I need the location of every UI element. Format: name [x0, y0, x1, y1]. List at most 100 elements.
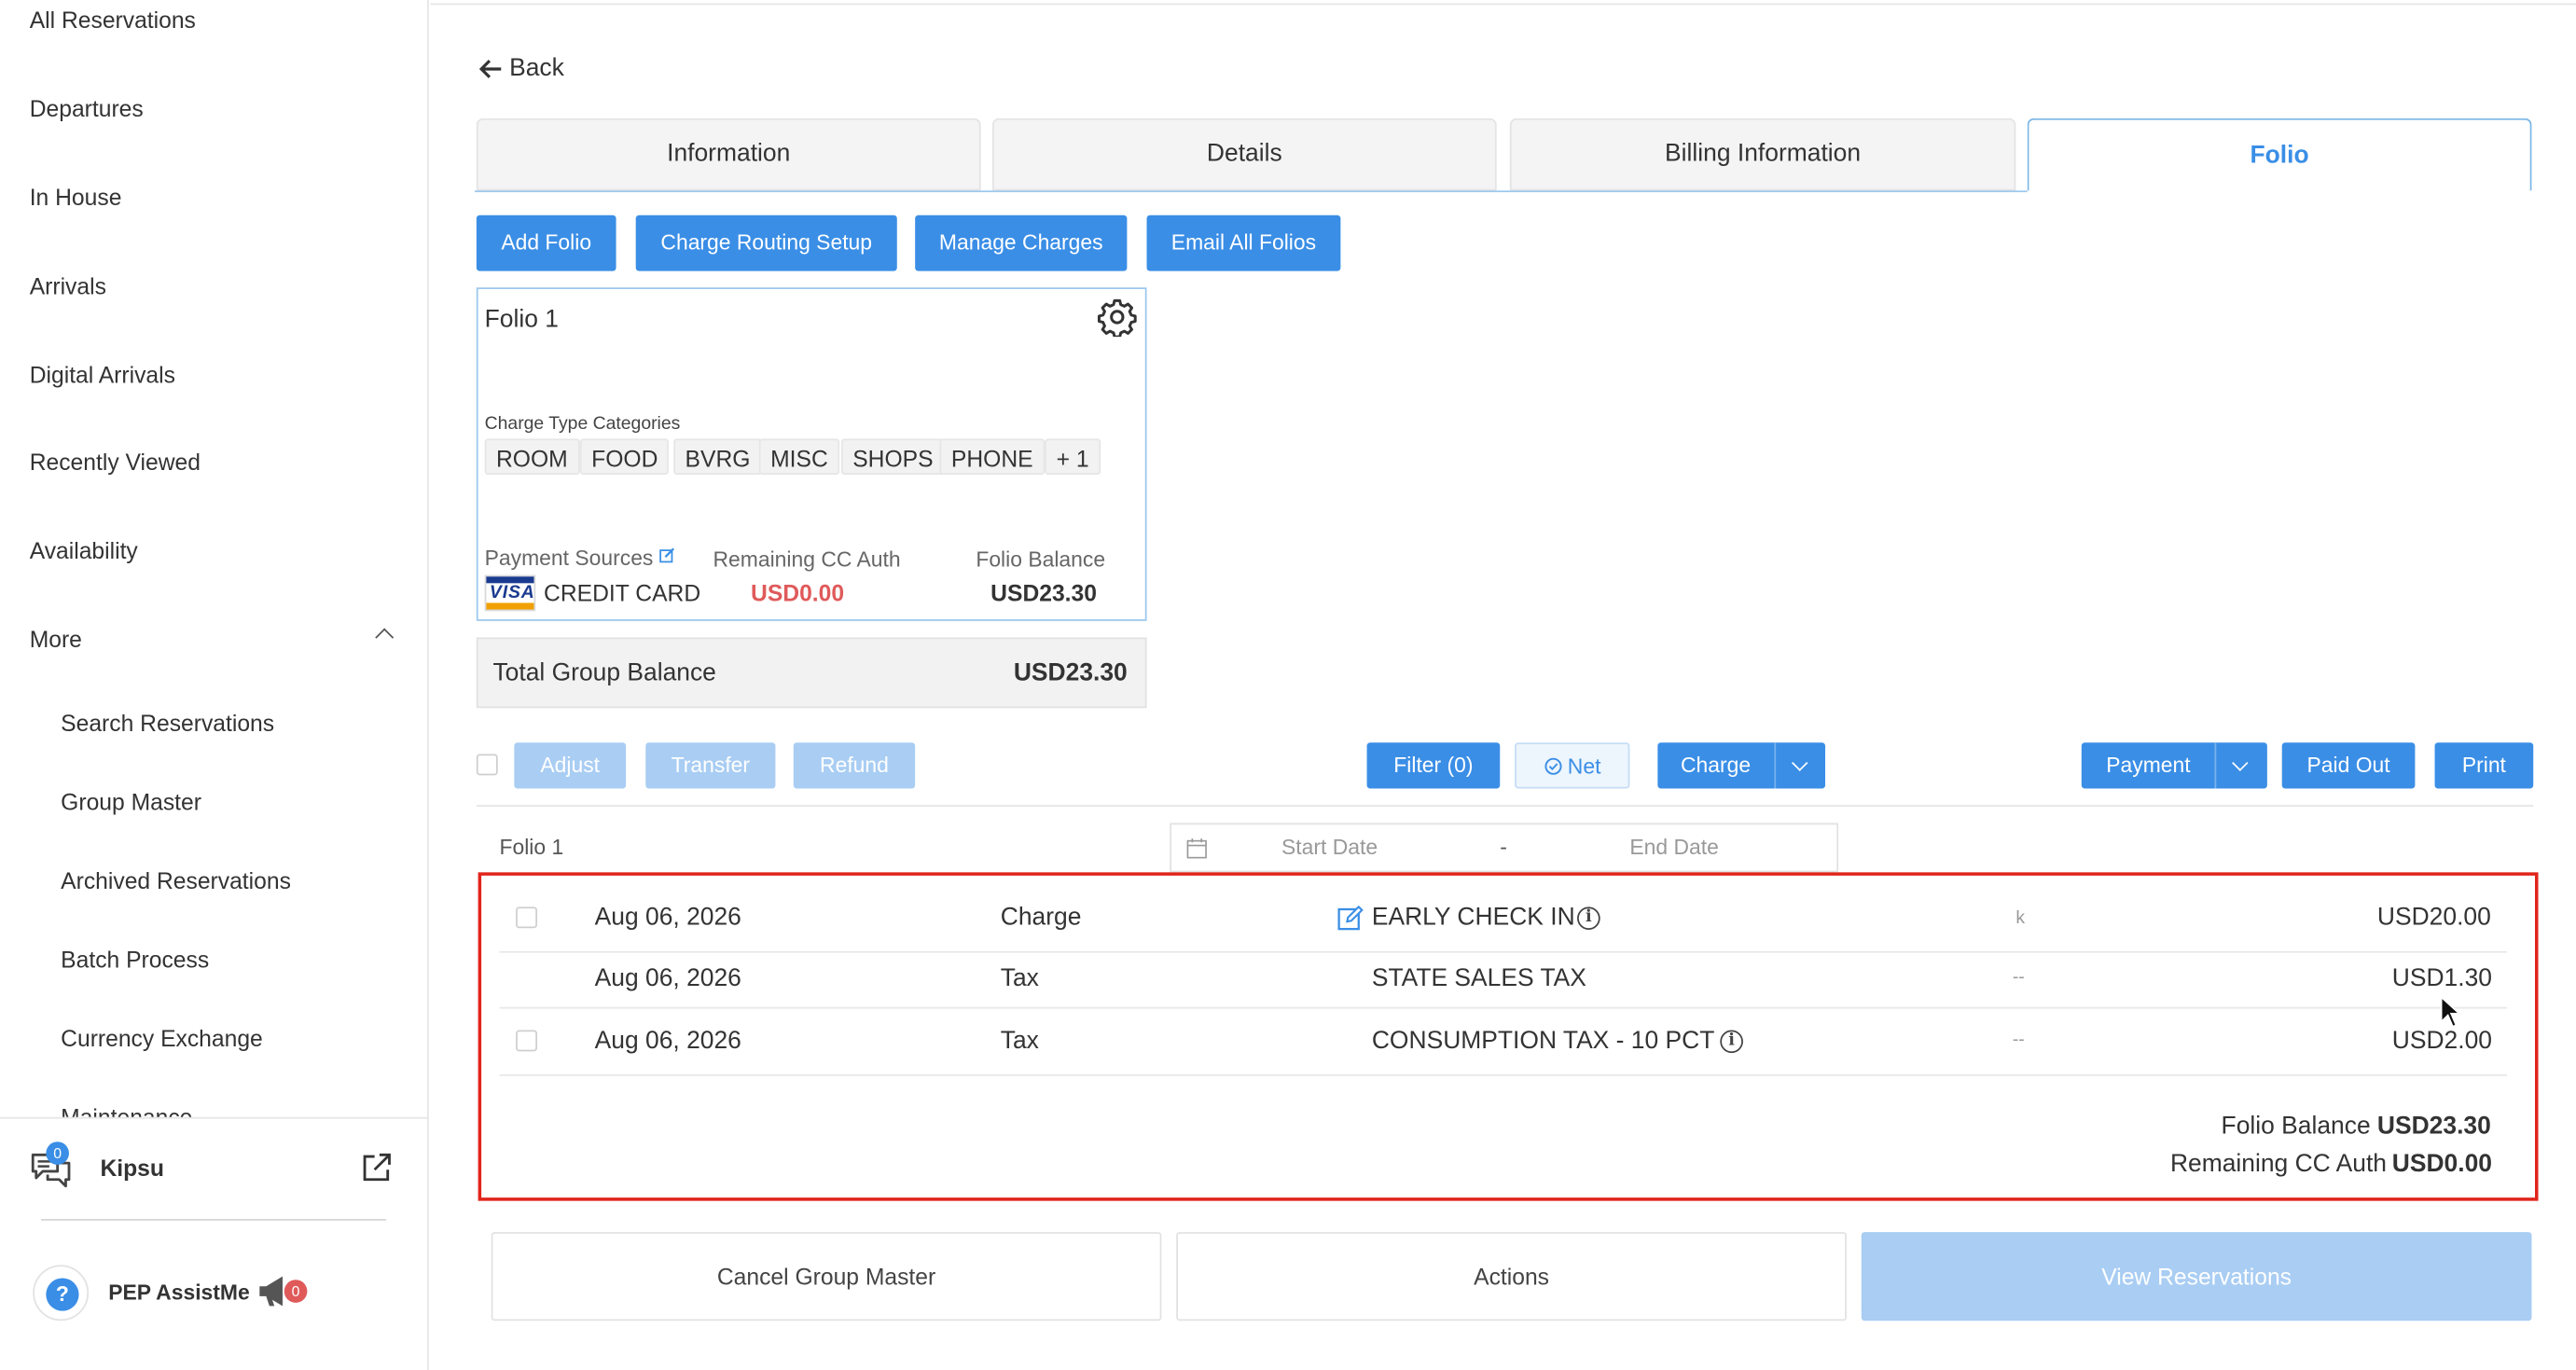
mouse-cursor-icon [2440, 995, 2462, 1029]
sidebar-item-recently-viewed[interactable]: Recently Viewed [30, 449, 201, 475]
sidebar-item-in-house[interactable]: In House [30, 184, 122, 210]
refund-button[interactable]: Refund [793, 742, 916, 789]
sidebar-item-departures[interactable]: Departures [30, 95, 144, 121]
visa-card-icon: VISA [484, 574, 536, 612]
sidebar-item-all-reservations[interactable]: All Reservations [30, 7, 196, 33]
chip-phone: PHONE [939, 438, 1045, 476]
chevron-up-icon[interactable] [375, 628, 395, 647]
check-circle-icon [1544, 757, 1561, 775]
remaining-cc-auth-value: USD0.00 [751, 579, 845, 606]
sidebar-item-arrivals[interactable]: Arrivals [30, 272, 106, 298]
sidebar-item-currency-exchange[interactable]: Currency Exchange [61, 1025, 263, 1051]
chip-food: FOOD [579, 438, 670, 476]
back-label: Back [509, 54, 564, 83]
tab-billing-information[interactable]: Billing Information [1509, 118, 2016, 191]
pep-assistme-label[interactable]: PEP AssistMe [108, 1280, 249, 1304]
start-date-input[interactable]: Start Date [1281, 835, 1378, 859]
kipsu-label[interactable]: Kipsu [100, 1155, 164, 1181]
actions-button[interactable]: Actions [1176, 1232, 1847, 1322]
chat-icon[interactable]: 0 [30, 1142, 79, 1193]
summary-folio-balance-value: USD23.30 [2376, 1112, 2491, 1141]
sidebar-item-more[interactable]: More [30, 626, 82, 652]
row-amount: USD1.30 [2391, 964, 2492, 992]
tab-baseline [475, 190, 2028, 193]
adjust-button[interactable]: Adjust [514, 742, 627, 789]
date-range-picker[interactable]: Start Date - End Date [1170, 823, 1839, 873]
split-divider [1774, 742, 1777, 789]
row-type: Tax [1000, 964, 1039, 992]
gear-icon[interactable] [1097, 298, 1137, 345]
megaphone-icon[interactable]: 0 [256, 1271, 308, 1319]
paid-out-button[interactable]: Paid Out [2281, 742, 2416, 789]
net-toggle[interactable]: Net [1515, 742, 1630, 789]
top-divider [430, 3, 2576, 6]
select-all-checkbox[interactable] [476, 754, 498, 776]
table-top-line [476, 805, 2534, 807]
charge-routing-setup-button[interactable]: Charge Routing Setup [635, 214, 897, 271]
total-group-balance-value: USD23.30 [1013, 658, 1128, 687]
folio-balance-label: Folio Balance [976, 547, 1106, 573]
view-reservations-button[interactable]: View Reservations [1861, 1232, 2532, 1322]
sidebar-item-batch-process[interactable]: Batch Process [61, 947, 209, 973]
manage-charges-button[interactable]: Manage Charges [915, 214, 1128, 271]
sidebar-item-maintenance[interactable]: Maintenance [61, 1104, 192, 1117]
row-date: Aug 06, 2026 [594, 1026, 741, 1055]
row-divider [499, 950, 2508, 953]
row-description: EARLY CHECK IN [1371, 903, 1575, 932]
row-type: Charge [1000, 903, 1082, 932]
sidebar-item-group-master[interactable]: Group Master [61, 789, 201, 815]
sidebar-item-availability[interactable]: Availability [30, 537, 138, 563]
tab-folio[interactable]: Folio [2027, 118, 2532, 191]
row-date: Aug 06, 2026 [594, 964, 741, 992]
edit-icon[interactable] [659, 547, 676, 564]
chip-more[interactable]: + 1 [1045, 438, 1101, 476]
info-icon[interactable]: i [1720, 1030, 1743, 1054]
sidebar-item-digital-arrivals[interactable]: Digital Arrivals [30, 362, 175, 388]
edit-icon[interactable] [1337, 905, 1364, 932]
remaining-cc-auth-label: Remaining CC Auth [713, 547, 901, 573]
folio-card[interactable]: Folio 1 Charge Type Categories ROOM FOOD… [476, 287, 1147, 621]
payment-source-value: CREDIT CARD [544, 579, 701, 606]
date-range-separator: - [1500, 834, 1507, 860]
charge-type-categories-label: Charge Type Categories [484, 413, 681, 435]
payment-sources-label: Payment Sources [485, 546, 676, 570]
add-folio-button[interactable]: Add Folio [476, 214, 616, 271]
filter-button[interactable]: Filter (0) [1366, 742, 1501, 789]
transfer-button[interactable]: Transfer [645, 742, 776, 789]
sidebar-divider [41, 1219, 386, 1221]
kipsu-badge: 0 [46, 1142, 69, 1165]
folio-title: Folio 1 [484, 305, 559, 334]
help-icon: ? [46, 1278, 79, 1311]
help-button[interactable]: ? [33, 1265, 90, 1322]
row-date: Aug 06, 2026 [594, 903, 741, 932]
row-checkbox[interactable] [516, 906, 538, 929]
split-divider [2214, 742, 2217, 789]
calendar-icon [1186, 838, 1207, 859]
row-checkbox[interactable] [516, 1030, 538, 1052]
summary-remaining-cc-value: USD0.00 [2391, 1150, 2492, 1178]
row-description: STATE SALES TAX [1371, 964, 1586, 992]
total-group-balance-label: Total Group Balance [492, 658, 716, 687]
summary-folio-balance-label: Folio Balance [2221, 1112, 2371, 1141]
row-type: Tax [1000, 1026, 1039, 1055]
info-icon[interactable]: i [1577, 906, 1600, 931]
cancel-group-master-button[interactable]: Cancel Group Master [491, 1232, 1162, 1322]
email-all-folios-button[interactable]: Email All Folios [1146, 214, 1341, 271]
external-link-icon[interactable] [360, 1152, 393, 1193]
chip-misc: MISC [758, 438, 840, 476]
table-folio-label: Folio 1 [499, 834, 564, 860]
row-amount: USD20.00 [2376, 903, 2491, 932]
row-reference: k [2015, 908, 2026, 929]
sidebar-item-archived-reservations[interactable]: Archived Reservations [61, 867, 291, 893]
back-button[interactable]: Back [478, 54, 564, 82]
chip-shops: SHOPS [840, 438, 945, 476]
row-divider [499, 1006, 2508, 1009]
row-divider [499, 1074, 2508, 1076]
row-reference: -- [2012, 967, 2025, 988]
sidebar-item-search-reservations[interactable]: Search Reservations [61, 710, 274, 736]
row-description: CONSUMPTION TAX - 10 PCT [1371, 1026, 1715, 1055]
tab-details[interactable]: Details [991, 118, 1497, 191]
end-date-input[interactable]: End Date [1629, 835, 1718, 859]
print-button[interactable]: Print [2434, 742, 2534, 789]
tab-information[interactable]: Information [476, 118, 981, 191]
